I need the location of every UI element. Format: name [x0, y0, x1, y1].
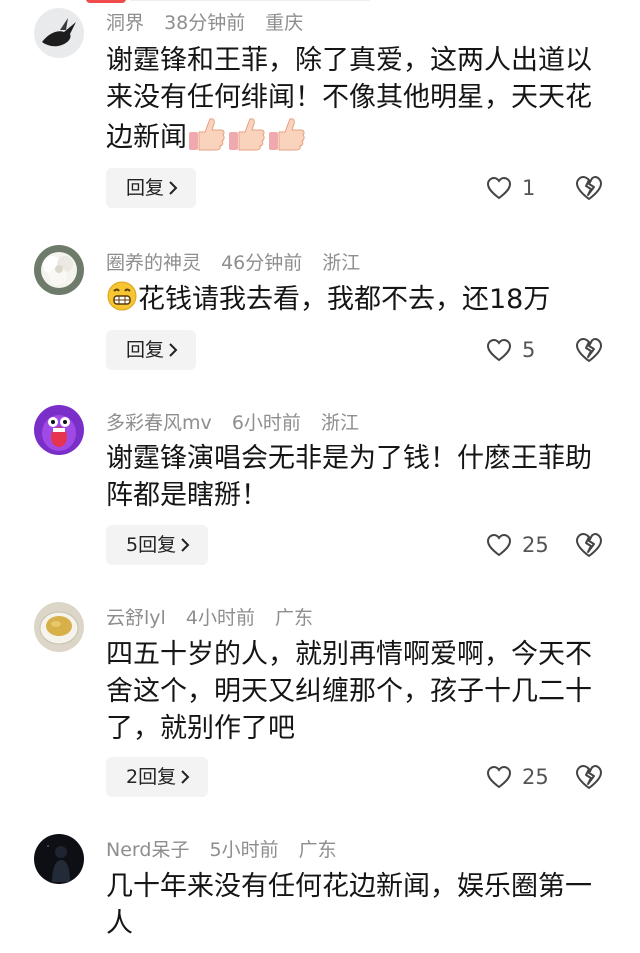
comment-meta: Nerd呆子 5小时前 广东	[106, 835, 351, 862]
purple-creature-avatar-icon	[34, 405, 84, 455]
broken-heart-icon	[576, 533, 602, 557]
chevron-right-icon	[181, 538, 190, 552]
username[interactable]: 云舒lyl	[106, 607, 166, 629]
comment-meta: 洞界 38分钟前 重庆	[106, 8, 317, 35]
comment-body: 谢霆锋演唱会无非是为了钱！什麽王菲助阵都是瞎掰！	[106, 443, 592, 511]
like-count: 5	[522, 338, 536, 362]
dislike-button[interactable]	[575, 764, 603, 794]
like-button[interactable]: 25	[486, 765, 549, 789]
reply-label: 回复	[126, 177, 165, 199]
top-status-mark	[86, 0, 126, 3]
timestamp: 6小时前	[231, 412, 301, 434]
grimacing-face-icon	[107, 281, 137, 311]
comment-text: 谢霆锋和王菲，除了真爱，这两人出道以来没有任何绯闻！不像其他明星，天天花边新闻	[106, 42, 606, 162]
avatar[interactable]	[34, 602, 84, 652]
timestamp: 46分钟前	[221, 252, 303, 274]
broken-heart-icon	[576, 338, 602, 362]
like-count: 25	[522, 765, 549, 789]
reply-label: 5回复	[126, 534, 177, 556]
comment-text: 谢霆锋演唱会无非是为了钱！什麽王菲助阵都是瞎掰！	[106, 440, 606, 514]
avatar[interactable]	[34, 405, 84, 455]
avatar[interactable]	[34, 8, 84, 58]
reply-label: 2回复	[126, 766, 177, 788]
username[interactable]: 圈养的神灵	[106, 252, 201, 274]
avatar[interactable]	[34, 245, 84, 295]
comment-meta: 云舒lyl 4小时前 广东	[106, 603, 327, 630]
like-count: 25	[522, 533, 549, 557]
location: 浙江	[322, 252, 361, 274]
comment-meta: 多彩春风mv 6小时前 浙江	[106, 408, 373, 435]
bird-avatar-icon	[34, 8, 84, 58]
reply-button[interactable]: 回复	[106, 330, 197, 370]
username[interactable]: 洞界	[106, 12, 144, 34]
comment-text: 花钱请我去看，我都不去，还18万	[106, 280, 606, 318]
comment-body: 四五十岁的人，就别再情啊爱啊，今天不舍这个，明天又纠缠那个，孩子十几二十了，就别…	[106, 639, 592, 744]
chevron-right-icon	[169, 343, 178, 357]
heart-icon	[486, 176, 512, 200]
like-button[interactable]: 1	[486, 176, 535, 200]
timestamp: 4小时前	[185, 607, 255, 629]
comment-body: 谢霆锋和王菲，除了真爱，这两人出道以来没有任何绯闻！不像其他明星，天天花边新闻	[106, 45, 592, 153]
location: 重庆	[265, 12, 304, 34]
like-button[interactable]: 5	[486, 338, 535, 362]
like-count: 1	[522, 176, 536, 200]
heart-icon	[486, 765, 512, 789]
comment-body: 几十年来没有任何花边新闻，娱乐圈第一人	[106, 871, 592, 939]
reply-label: 回复	[126, 339, 165, 361]
tea-cup-avatar-icon	[34, 602, 84, 652]
location: 广东	[298, 839, 337, 861]
comment-meta: 圈养的神灵 46分钟前 浙江	[106, 248, 374, 275]
dislike-button[interactable]	[575, 532, 603, 562]
username[interactable]: Nerd呆子	[106, 839, 189, 861]
heart-icon	[486, 338, 512, 362]
location: 广东	[275, 607, 314, 629]
comment-text: 四五十岁的人，就别再情啊爱啊，今天不舍这个，明天又纠缠那个，孩子十几二十了，就别…	[106, 636, 606, 747]
dislike-button[interactable]	[575, 337, 603, 367]
username[interactable]: 多彩春风mv	[106, 412, 212, 434]
dark-figure-avatar-icon	[34, 834, 84, 884]
like-button[interactable]: 25	[486, 533, 549, 557]
timestamp: 5小时前	[209, 839, 279, 861]
comment-text: 几十年来没有任何花边新闻，娱乐圈第一人	[106, 868, 606, 942]
heart-icon	[486, 533, 512, 557]
dislike-button[interactable]	[575, 175, 603, 205]
reply-button[interactable]: 2回复	[106, 757, 209, 797]
timestamp: 38分钟前	[164, 12, 246, 34]
broken-heart-icon	[576, 176, 602, 200]
comment-body: 花钱请我去看，我都不去，还18万	[138, 284, 551, 315]
reply-button[interactable]: 5回复	[106, 525, 209, 565]
broken-heart-icon	[576, 765, 602, 789]
chevron-right-icon	[169, 181, 178, 195]
location: 浙江	[320, 412, 359, 434]
chevron-right-icon	[181, 770, 190, 784]
reply-button[interactable]: 回复	[106, 168, 197, 208]
flower-avatar-icon	[34, 245, 84, 295]
thumbs-up-icon	[187, 116, 305, 162]
avatar[interactable]	[34, 834, 84, 884]
top-divider	[130, 0, 370, 1]
